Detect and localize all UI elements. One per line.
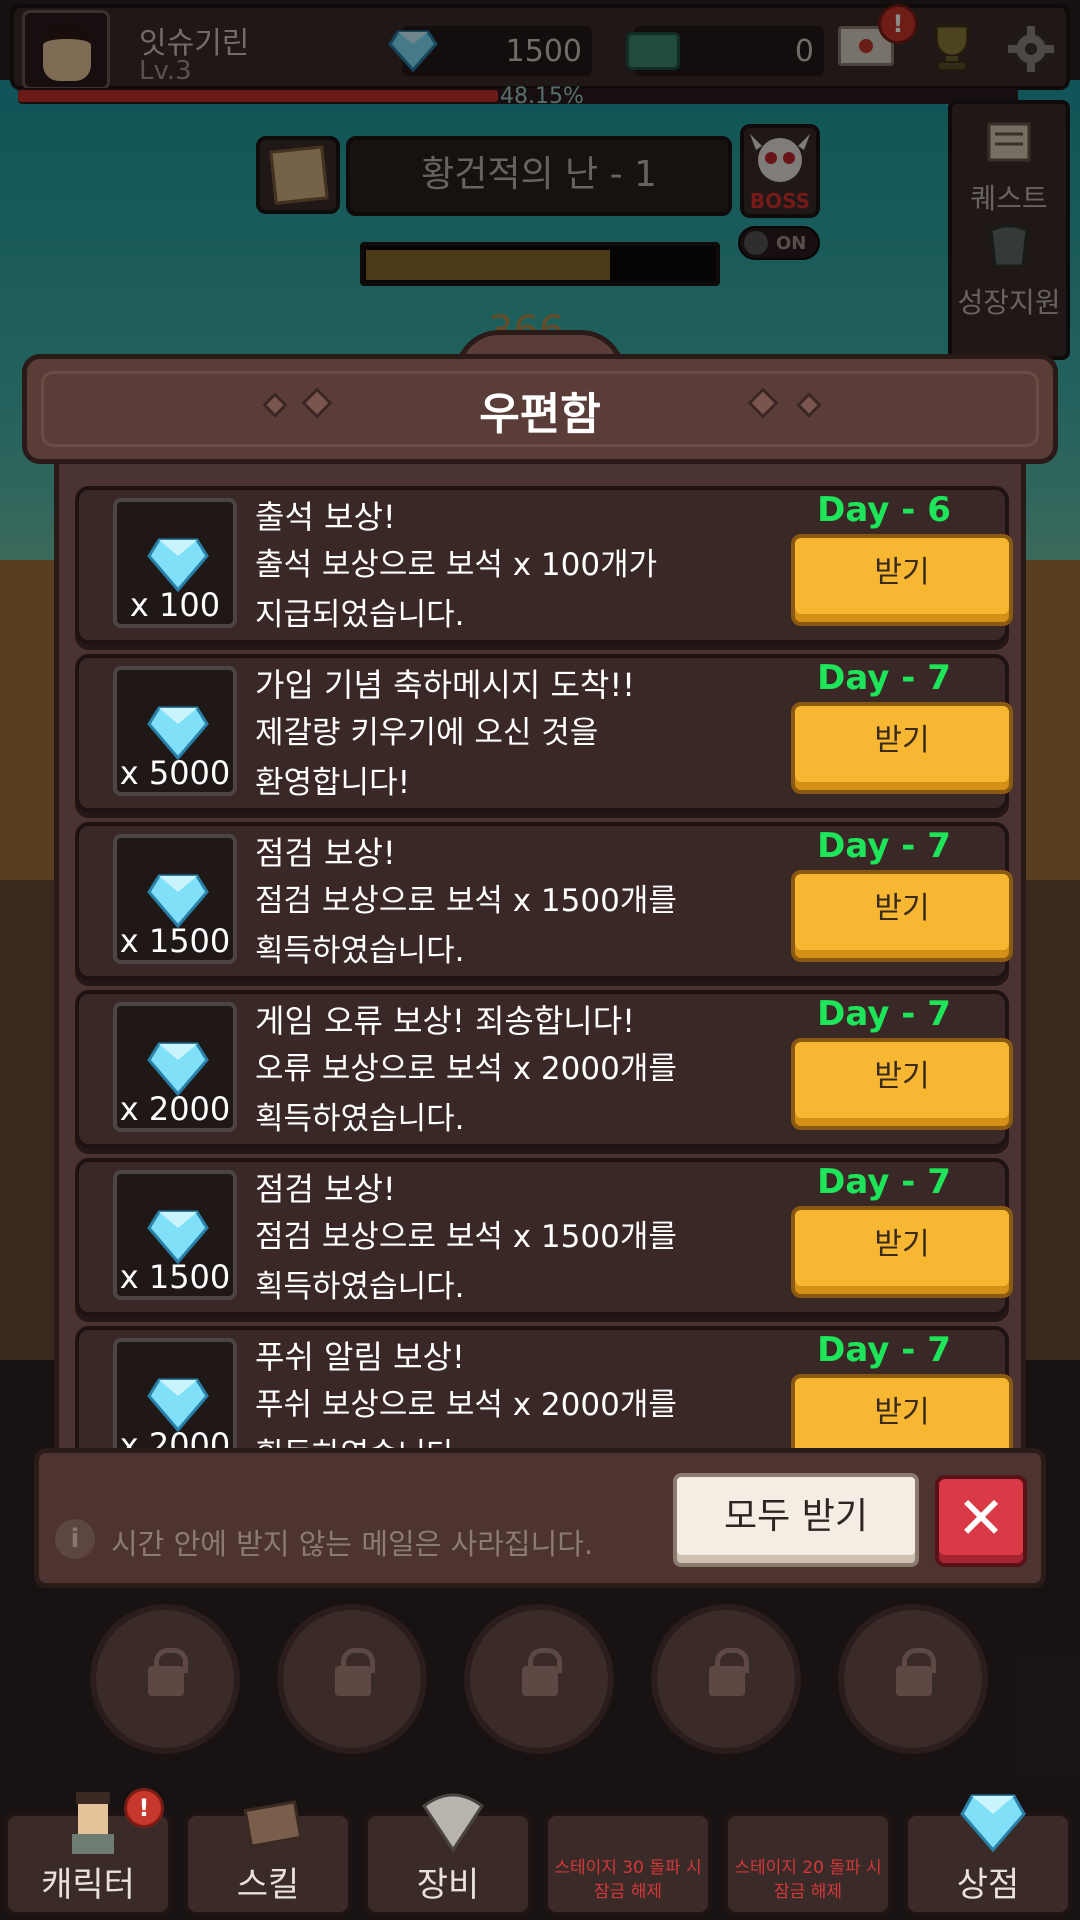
mailbox-title: 우편함 [479,389,601,440]
expiry-notice: 시간 안에 받지 않는 메일은 사라집니다. [111,1527,594,1561]
mail-item: x 2000 푸쉬 알림 보상! 푸쉬 보상으로 보석 x 2000개를획득하였… [75,1326,1013,1464]
mail-message-line: 획득하였습니다. [255,1269,465,1305]
lock-icon [896,1648,936,1696]
claim-button[interactable]: 받기 [791,1038,1013,1130]
lock-icon [148,1648,188,1696]
reward-quantity: x 100 [129,586,221,624]
mail-message-line: 점검 보상으로 보석 x 1500개를 [255,1219,677,1255]
close-icon[interactable]: ✕ [935,1475,1027,1567]
nav-equipment[interactable]: 장비 [364,1793,532,1916]
mail-title: 점검 보상! [255,1170,396,1208]
mail-expiry-day: Day - 6 [817,490,951,530]
mail-message: 점검 보상으로 보석 x 1500개를획득하였습니다. [255,876,775,976]
mail-item: x 100 출석 보상! 출석 보상으로 보석 x 100개가 지급되었습니다. … [75,486,1013,644]
mail-expiry-day: Day - 7 [817,994,951,1034]
reward-quantity: x 1500 [119,1258,231,1296]
mail-message-line: 제갈량 키우기에 오신 것을 [255,715,599,751]
info-icon: i [55,1519,95,1559]
locked-skill-slot[interactable] [651,1604,801,1754]
nav-locked-2[interactable]: 스테이지 20 돌파 시 잠금 해제 [724,1812,892,1916]
mail-message: 제갈량 키우기에 오신 것을환영합니다! [255,708,775,808]
gem-icon [147,706,209,760]
lock-icon [522,1648,562,1696]
skill-book-icon [243,1800,303,1848]
mail-title: 가입 기념 축하메시지 도착!! [255,666,636,704]
mail-message-line: 오류 보상으로 보석 x 2000개를 [255,1051,677,1087]
nav-shop[interactable]: 상점 [904,1794,1072,1916]
nav-skill[interactable]: 스킬 [184,1800,352,1916]
claim-button[interactable]: 받기 [791,534,1013,626]
mail-title: 게임 오류 보상! 죄송합니다! [255,1002,636,1040]
reward-quantity: x 2000 [119,1090,231,1128]
mail-expiry-day: Day - 7 [817,1330,951,1370]
mail-item: x 1500 점검 보상! 점검 보상으로 보석 x 1500개를획득하였습니다… [75,1158,1013,1316]
locked-skill-slot[interactable] [277,1604,427,1754]
mail-message: 오류 보상으로 보석 x 2000개를획득하였습니다. [255,1044,775,1144]
nav-locked-2-label: 스테이지 20 돌파 시 잠금 해제 [734,1858,882,1902]
gem-icon [147,874,209,928]
claim-button[interactable]: 받기 [791,702,1013,794]
mail-message-line: 획득하였습니다. [255,933,465,969]
mail-title: 출석 보상! [255,498,396,536]
mail-title: 점검 보상! [255,834,396,872]
character-alert-badge: ! [124,1788,164,1828]
nav-character-label: 캐릭터 [41,1865,135,1905]
mail-message-line: 점검 보상으로 보석 x 1500개를 [255,883,677,919]
reward-icon-box: x 1500 [113,1170,237,1300]
mail-item: x 1500 점검 보상! 점검 보상으로 보석 x 1500개를획득하였습니다… [75,822,1013,980]
gem-icon [147,1210,209,1264]
mail-title: 푸쉬 알림 보상! [255,1338,465,1376]
locked-skill-slot[interactable] [464,1604,614,1754]
claim-all-button[interactable]: 모두 받기 [673,1473,919,1567]
claim-button[interactable]: 받기 [791,870,1013,962]
nav-shop-label: 상점 [956,1865,1020,1905]
mail-message: 출석 보상으로 보석 x 100개가지급되었습니다. [255,540,775,640]
gem-icon [960,1794,1026,1853]
mail-list[interactable]: x 100 출석 보상! 출석 보상으로 보석 x 100개가 지급되었습니다. … [54,464,1026,1464]
mail-item: x 5000 가입 기념 축하메시지 도착!! 제갈량 키우기에 오신 것을환영… [75,654,1013,812]
reward-quantity: x 1500 [119,922,231,960]
reward-quantity: x 5000 [119,754,231,792]
reward-icon-box: x 2000 [113,1338,237,1464]
reward-icon-box: x 1500 [113,834,237,964]
nav-skill-label: 스킬 [236,1865,300,1905]
mail-message: 점검 보상으로 보석 x 1500개를획득하였습니다. [255,1212,775,1312]
mailbox-footer: i 시간 안에 받지 않는 메일은 사라집니다. 모두 받기 ✕ [34,1448,1046,1588]
mail-message-line: 지급되었습니다. [255,597,465,633]
locked-skill-slot[interactable] [90,1604,240,1754]
nav-locked-1-label: 스테이지 30 돌파 시 잠금 해제 [554,1858,702,1902]
lock-icon [709,1648,749,1696]
lock-icon [335,1648,375,1696]
nav-equipment-label: 장비 [416,1865,480,1905]
nav-locked-1[interactable]: 스테이지 30 돌파 시 잠금 해제 [544,1812,712,1916]
gem-icon [147,538,209,592]
claim-button[interactable]: 받기 [791,1206,1013,1298]
mail-item: x 2000 게임 오류 보상! 죄송합니다! 오류 보상으로 보석 x 200… [75,990,1013,1148]
mail-expiry-day: Day - 7 [817,826,951,866]
mail-message-line: 출석 보상으로 보석 x 100개가 [255,547,658,583]
mail-message-line: 푸쉬 보상으로 보석 x 2000개를 [255,1387,677,1423]
mail-message-line: 환영합니다! [255,765,411,801]
reward-icon-box: x 5000 [113,666,237,796]
locked-skill-slot[interactable] [838,1604,988,1754]
gem-icon [147,1042,209,1096]
mail-expiry-day: Day - 7 [817,658,951,698]
character-icon [72,1792,114,1854]
mail-message-line: 획득하였습니다. [255,1101,465,1137]
fan-icon [421,1793,485,1853]
gem-icon [147,1378,209,1432]
reward-icon-box: x 100 [113,498,237,628]
reward-icon-box: x 2000 [113,1002,237,1132]
mail-expiry-day: Day - 7 [817,1162,951,1202]
